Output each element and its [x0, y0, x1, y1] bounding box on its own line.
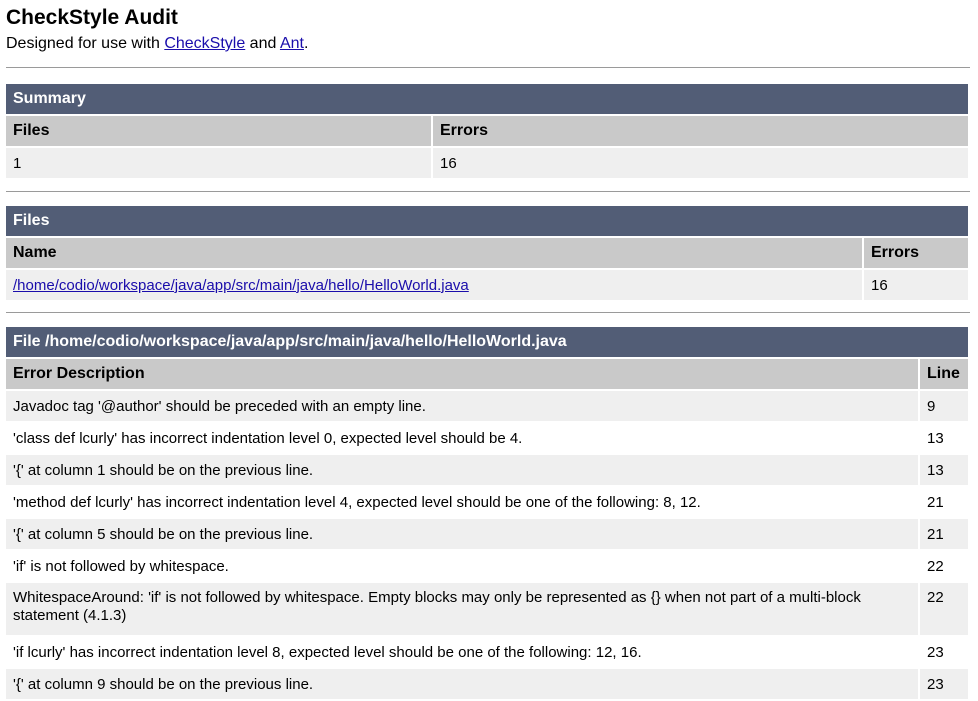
- error-line: 13: [920, 423, 968, 453]
- subtitle-suffix: .: [303, 35, 309, 52]
- files-table: Files Name Errors /home/codio/workspace/…: [4, 204, 970, 302]
- table-row: 'method def lcurly' has incorrect indent…: [6, 487, 968, 517]
- table-row: 'class def lcurly' has incorrect indenta…: [6, 423, 968, 453]
- error-line: 22: [920, 583, 968, 635]
- table-row: Javadoc tag '@author' should be preceded…: [6, 391, 968, 421]
- files-caption: Files: [6, 206, 968, 236]
- table-row: 'if' is not followed by whitespace. 22: [6, 551, 968, 581]
- error-line: 21: [920, 519, 968, 549]
- table-row: /home/codio/workspace/java/app/src/main/…: [6, 270, 968, 300]
- summary-errors-header: Errors: [433, 116, 968, 146]
- table-row: '{' at column 1 should be on the previou…: [6, 455, 968, 485]
- summary-files-header: Files: [6, 116, 431, 146]
- file-detail-table: File /home/codio/workspace/java/app/src/…: [4, 325, 970, 701]
- error-description: '{' at column 1 should be on the previou…: [6, 455, 918, 485]
- ant-link[interactable]: Ant: [280, 35, 304, 52]
- report: CheckStyle Audit Designed for use with C…: [6, 0, 970, 701]
- error-line: 23: [920, 637, 968, 667]
- error-description: WhitespaceAround: 'if' is not followed b…: [6, 583, 918, 635]
- checkstyle-link[interactable]: CheckStyle: [164, 35, 245, 52]
- subtitle-and: and: [245, 35, 280, 52]
- files-name-header: Name: [6, 238, 862, 268]
- table-row: 1 16: [6, 148, 968, 178]
- table-row: '{' at column 9 should be on the previou…: [6, 669, 968, 699]
- error-line: 22: [920, 551, 968, 581]
- file-errors-cell: 16: [864, 270, 968, 300]
- error-description: '{' at column 9 should be on the previou…: [6, 669, 918, 699]
- summary-caption: Summary: [6, 84, 968, 114]
- line-header: Line: [920, 359, 968, 389]
- file-name-cell: /home/codio/workspace/java/app/src/main/…: [6, 270, 862, 300]
- summary-table: Summary Files Errors 1 16: [4, 82, 970, 180]
- error-description: Javadoc tag '@author' should be preceded…: [6, 391, 918, 421]
- summary-errors-value: 16: [433, 148, 968, 178]
- error-line: 9: [920, 391, 968, 421]
- files-errors-header: Errors: [864, 238, 968, 268]
- subtitle-prefix: Designed for use with: [6, 35, 165, 52]
- error-line: 13: [920, 455, 968, 485]
- error-description: 'if' is not followed by whitespace.: [6, 551, 918, 581]
- page-title: CheckStyle Audit: [6, 6, 178, 29]
- table-row: 'if lcurly' has incorrect indentation le…: [6, 637, 968, 667]
- error-description: 'if lcurly' has incorrect indentation le…: [6, 637, 918, 667]
- error-description: '{' at column 5 should be on the previou…: [6, 519, 918, 549]
- table-row: '{' at column 5 should be on the previou…: [6, 519, 968, 549]
- file-link[interactable]: /home/codio/workspace/java/app/src/main/…: [13, 277, 469, 294]
- table-row: WhitespaceAround: 'if' is not followed b…: [6, 583, 968, 635]
- error-description: 'method def lcurly' has incorrect indent…: [6, 487, 918, 517]
- file-detail-caption: File /home/codio/workspace/java/app/src/…: [6, 327, 968, 357]
- error-line: 23: [920, 669, 968, 699]
- error-description: 'class def lcurly' has incorrect indenta…: [6, 423, 918, 453]
- error-description-header: Error Description: [6, 359, 918, 389]
- subtitle: Designed for use with CheckStyle and Ant…: [6, 33, 970, 57]
- summary-files-value: 1: [6, 148, 431, 178]
- error-line: 21: [920, 487, 968, 517]
